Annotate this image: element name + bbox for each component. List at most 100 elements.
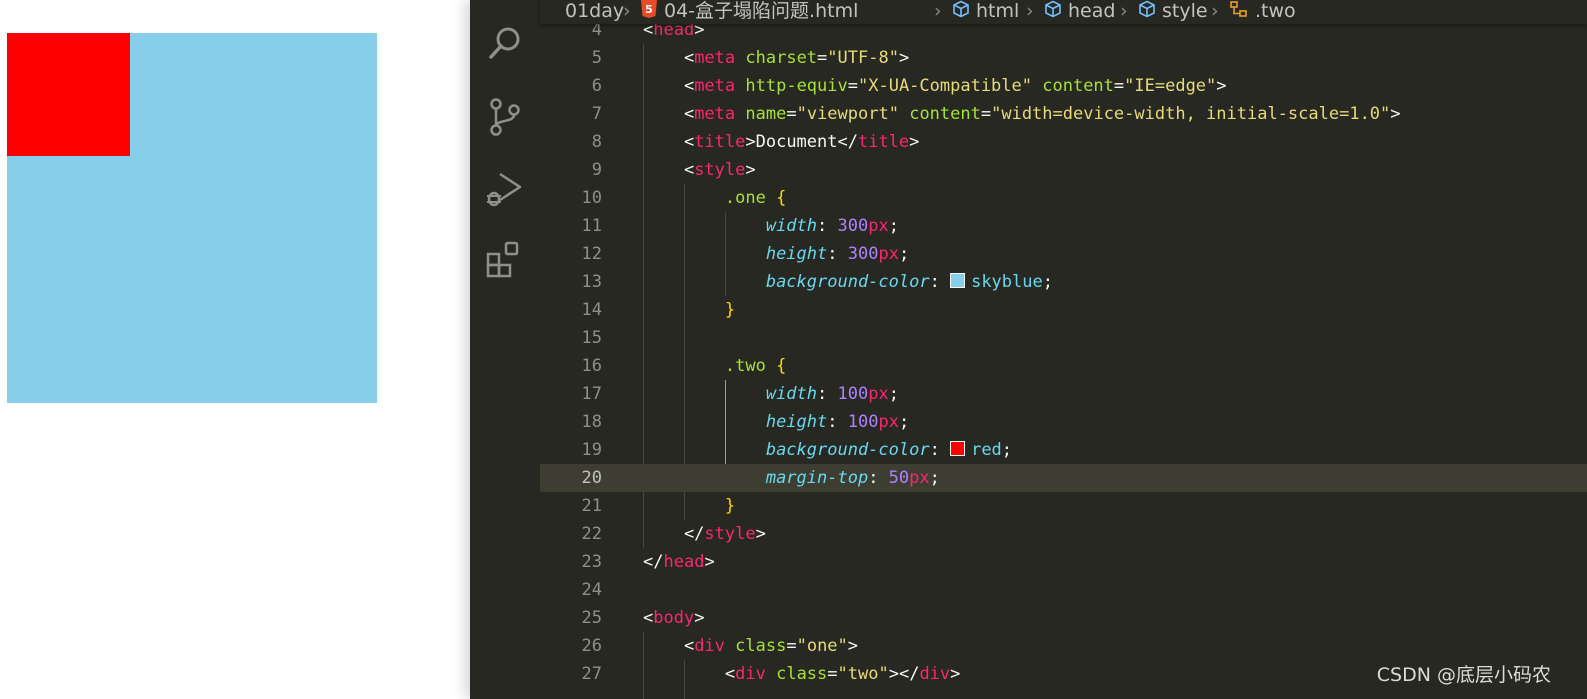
- code-token: "one": [796, 636, 848, 656]
- line-number: 8: [591, 132, 602, 152]
- code-line[interactable]: 13 background-color: skyblue;: [540, 268, 1587, 296]
- code-token: =: [817, 48, 828, 68]
- code-line[interactable]: 22 </style>: [540, 520, 1587, 548]
- code-token: ;: [929, 468, 940, 488]
- line-number: 25: [581, 608, 602, 628]
- code-token: background-color: [765, 272, 930, 292]
- breadcrumb-file-label: 04-盒子塌陷问题.html: [664, 0, 859, 22]
- code-line[interactable]: 9 <style>: [540, 156, 1587, 184]
- code-token: px: [868, 384, 889, 404]
- code-area[interactable]: 4 <head> 5 <meta charset="UTF-8"> 6 <meta h…: [540, 24, 1587, 699]
- code-text: <div class="one">: [643, 632, 858, 660]
- code-token: content: [1042, 76, 1114, 96]
- code-token: :: [868, 468, 889, 488]
- code-token: <: [643, 664, 736, 684]
- code-text: height: 100px;: [643, 408, 909, 436]
- color-swatch[interactable]: [950, 273, 966, 288]
- breadcrumb-style-label: style: [1162, 0, 1208, 22]
- code-token: px: [878, 244, 899, 264]
- code-token: >: [950, 664, 961, 684]
- breadcrumb-separator: ›: [623, 0, 631, 22]
- line-number: 18: [581, 412, 602, 432]
- code-token: height: [765, 412, 828, 432]
- breadcrumb-head-label: head: [1068, 0, 1116, 22]
- breadcrumb-file[interactable]: 5 04-盒子塌陷问题.html: [640, 0, 858, 22]
- code-token: 300: [847, 244, 879, 264]
- activity-bar: [470, 0, 540, 699]
- code-line[interactable]: 8 <title>Document</title>: [540, 128, 1587, 156]
- code-token: <: [643, 48, 695, 68]
- code-line[interactable]: 26 <div class="one">: [540, 632, 1587, 660]
- code-token: =: [1113, 76, 1125, 96]
- code-line[interactable]: 6 <meta http-equiv="X-UA-Compatible" con…: [540, 72, 1587, 100]
- extensions-icon[interactable]: [484, 240, 526, 282]
- code-text: </head>: [643, 548, 715, 576]
- code-token: "viewport": [796, 104, 899, 124]
- source-control-icon[interactable]: [484, 96, 526, 138]
- line-number: 19: [581, 440, 602, 460]
- line-number: 20: [581, 468, 602, 488]
- code-text: </style>: [643, 520, 766, 548]
- code-line[interactable]: 20 margin-top: 50px;: [540, 464, 1587, 492]
- cube-icon: [952, 0, 970, 23]
- run-debug-icon[interactable]: [484, 168, 526, 210]
- code-token: >: [1216, 76, 1227, 96]
- breadcrumb-html[interactable]: html: [952, 0, 1019, 22]
- line-number: 5: [591, 48, 602, 68]
- code-line[interactable]: 21 }: [540, 492, 1587, 520]
- code-line[interactable]: 5 <meta charset="UTF-8">: [540, 44, 1587, 72]
- breadcrumb-selector[interactable]: .two: [1229, 0, 1296, 22]
- search-icon[interactable]: [484, 22, 526, 64]
- code-line[interactable]: 14 }: [540, 296, 1587, 324]
- code-line[interactable]: 11 width: 300px;: [540, 212, 1587, 240]
- code-text: background-color: red;: [643, 436, 1012, 464]
- breadcrumb-folder[interactable]: 01day: [565, 0, 624, 22]
- code-token: >: [704, 552, 715, 572]
- code-token: =: [980, 104, 992, 124]
- code-text: .two {: [643, 352, 786, 380]
- code-token: :: [827, 412, 848, 432]
- code-line[interactable]: 23 </head>: [540, 548, 1587, 576]
- code-token: >: [1390, 104, 1401, 124]
- code-text: width: 300px;: [643, 212, 899, 240]
- code-token: "X-UA-Compatible": [858, 76, 1032, 96]
- code-line[interactable]: 17 width: 100px;: [540, 380, 1587, 408]
- code-token: >: [694, 24, 705, 40]
- breadcrumb-style[interactable]: style: [1138, 0, 1208, 22]
- code-text: <meta http-equiv="X-UA-Compatible" conte…: [643, 72, 1227, 100]
- watermark: CSDN @底层小码农: [1376, 664, 1551, 686]
- breadcrumb-head[interactable]: head: [1044, 0, 1115, 22]
- line-number: 14: [581, 300, 602, 320]
- code-line[interactable]: 15: [540, 324, 1587, 352]
- code-line[interactable]: 4 <head>: [540, 24, 1587, 44]
- code-token: ;: [898, 244, 910, 264]
- code-token: px: [909, 468, 930, 488]
- code-token: title: [694, 132, 746, 152]
- code-line[interactable]: 7 <meta name="viewport" content="width=d…: [540, 100, 1587, 128]
- code-token: >: [755, 524, 766, 544]
- line-number: 21: [581, 496, 602, 516]
- code-token: meta: [694, 48, 736, 68]
- color-swatch[interactable]: [950, 441, 966, 456]
- breadcrumb-separator: ›: [1026, 0, 1034, 22]
- browser-preview: [0, 0, 470, 699]
- code-line[interactable]: 19 background-color: red;: [540, 436, 1587, 464]
- code-line[interactable]: 12 height: 300px;: [540, 240, 1587, 268]
- code-line[interactable]: 25 <body>: [540, 604, 1587, 632]
- code-token: http-equiv: [745, 76, 848, 96]
- code-token: meta: [694, 104, 736, 124]
- code-text: <style>: [643, 156, 756, 184]
- code-token: =: [786, 104, 797, 124]
- code-line[interactable]: 24: [540, 576, 1587, 604]
- code-token: class: [776, 664, 828, 684]
- line-number: 22: [581, 524, 602, 544]
- code-line[interactable]: 18 height: 100px;: [540, 408, 1587, 436]
- code-text: height: 300px;: [643, 240, 909, 268]
- code-token: >: [745, 160, 756, 180]
- code-line[interactable]: 10 .one {: [540, 184, 1587, 212]
- code-line[interactable]: 16 .two {: [540, 352, 1587, 380]
